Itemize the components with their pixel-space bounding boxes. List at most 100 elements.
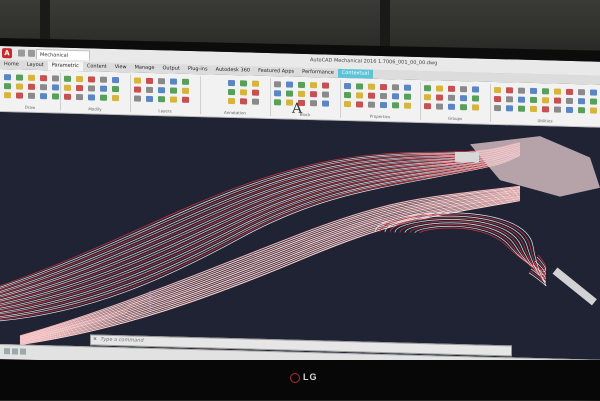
ribbon-tool-icon[interactable] <box>590 98 597 105</box>
ribbon-tool-icon[interactable] <box>182 78 189 85</box>
ribbon-tool-icon[interactable] <box>52 93 59 100</box>
ribbon-tool-icon[interactable] <box>4 83 11 90</box>
ribbon-tool-icon[interactable] <box>228 97 235 105</box>
ribbon-tool-icon[interactable] <box>460 104 467 111</box>
ribbon-tool-icon[interactable] <box>76 75 83 83</box>
ribbon-tool-icon[interactable] <box>578 89 585 96</box>
ribbon-tool-icon[interactable] <box>368 92 375 99</box>
autocad-a-icon[interactable]: A <box>2 48 12 59</box>
ribbon-tool-icon[interactable] <box>392 84 399 91</box>
ribbon-tool-icon[interactable] <box>16 92 23 99</box>
ribbon-tool-icon[interactable] <box>298 90 305 97</box>
ribbon-tool-icon[interactable] <box>146 77 153 85</box>
ribbon-tool-icon[interactable] <box>448 85 455 92</box>
ribbon-tool-icon[interactable] <box>448 94 455 101</box>
ribbon-tool-icon[interactable] <box>52 84 59 91</box>
ribbon-tool-icon[interactable] <box>134 77 141 84</box>
ribbon-tool-icon[interactable] <box>404 102 411 109</box>
ribbon-tool-icon[interactable] <box>436 103 443 110</box>
ribbon-tool-icon[interactable] <box>286 99 293 106</box>
ribbon-tool-icon[interactable] <box>506 87 513 94</box>
ribbon-tool-icon[interactable] <box>424 85 431 92</box>
ribbon-tool-icon[interactable] <box>392 102 399 109</box>
layout2-tab-icon[interactable] <box>20 348 26 355</box>
ribbon-tool-icon[interactable] <box>404 84 411 91</box>
ribbon-tool-icon[interactable] <box>530 105 537 113</box>
ribbon-tool-icon[interactable] <box>554 97 561 104</box>
ribbon-tool-icon[interactable] <box>542 97 549 104</box>
ribbon-tool-icon[interactable] <box>64 84 71 91</box>
ribbon-tool-icon[interactable] <box>590 107 597 114</box>
ribbon-tool-icon[interactable] <box>146 86 153 94</box>
ribbon-tool-icon[interactable] <box>170 87 177 94</box>
ribbon-tool-icon[interactable] <box>170 96 177 103</box>
ribbon-tool-icon[interactable] <box>28 92 35 99</box>
ribbon-tool-icon[interactable] <box>40 75 47 82</box>
layout1-tab-icon[interactable] <box>12 348 18 355</box>
ribbon-tool-icon[interactable] <box>404 93 411 100</box>
ribbon-tool-icon[interactable] <box>134 86 141 93</box>
ribbon-tool-icon[interactable] <box>436 85 443 92</box>
ribbon-tool-icon[interactable] <box>52 75 59 82</box>
ribbon-tool-icon[interactable] <box>590 89 597 96</box>
ribbon-tool-icon[interactable] <box>100 76 107 83</box>
ribbon-tool-icon[interactable] <box>88 94 95 101</box>
ribbon-tool-icon[interactable] <box>322 100 329 107</box>
ribbon-tool-icon[interactable] <box>100 85 107 92</box>
ribbon-tool-icon[interactable] <box>4 92 11 99</box>
ribbon-tool-icon[interactable] <box>494 104 501 112</box>
ribbon-tool-icon[interactable] <box>310 82 317 89</box>
open-file-icon[interactable] <box>28 49 35 57</box>
ribbon-tool-icon[interactable] <box>298 81 305 88</box>
ribbon-tool-icon[interactable] <box>286 90 293 97</box>
ribbon-tool-icon[interactable] <box>252 89 259 96</box>
ribbon-tool-icon[interactable] <box>506 105 513 112</box>
ribbon-tool-icon[interactable] <box>554 88 561 95</box>
ribbon-tool-icon[interactable] <box>28 83 35 90</box>
ribbon-tool-icon[interactable] <box>356 92 363 99</box>
ribbon-tool-icon[interactable] <box>228 88 235 96</box>
ribbon-tool-icon[interactable] <box>494 95 501 103</box>
new-file-icon[interactable] <box>18 49 25 57</box>
ribbon-tool-icon[interactable] <box>530 87 537 95</box>
ribbon-tool-icon[interactable] <box>554 106 561 113</box>
ribbon-tool-icon[interactable] <box>448 103 455 110</box>
ribbon-tool-icon[interactable] <box>134 95 141 102</box>
ribbon-tool-icon[interactable] <box>158 87 165 94</box>
ribbon-tool-icon[interactable] <box>16 74 23 81</box>
ribbon-tool-icon[interactable] <box>380 83 387 91</box>
ribbon-tool-icon[interactable] <box>64 93 71 100</box>
ribbon-tool-icon[interactable] <box>310 100 317 107</box>
ribbon-tool-icon[interactable] <box>472 95 479 102</box>
ribbon-tool-icon[interactable] <box>100 94 107 101</box>
ribbon-tool-icon[interactable] <box>40 93 47 100</box>
ribbon-tool-icon[interactable] <box>344 83 351 90</box>
ribbon-tool-icon[interactable] <box>322 82 329 89</box>
ribbon-tool-icon[interactable] <box>344 101 351 108</box>
close-icon[interactable]: ✕ <box>91 335 99 344</box>
ribbon-tool-icon[interactable] <box>460 95 467 102</box>
ribbon-tool-icon[interactable] <box>112 85 119 93</box>
ribbon-tool-icon[interactable] <box>380 92 387 100</box>
ribbon-tool-icon[interactable] <box>76 93 83 101</box>
ribbon-tool-icon[interactable] <box>76 84 83 92</box>
ribbon-tool-icon[interactable] <box>112 76 119 84</box>
ribbon-tool-icon[interactable] <box>146 95 153 103</box>
ribbon-tool-icon[interactable] <box>16 83 23 90</box>
ribbon-tool-icon[interactable] <box>182 87 189 94</box>
document-tab[interactable]: Mechanical <box>36 48 90 61</box>
ribbon-tool-icon[interactable] <box>472 86 479 93</box>
ribbon-tool-icon[interactable] <box>344 92 351 99</box>
ribbon-tool-icon[interactable] <box>424 94 431 101</box>
ribbon-tool-icon[interactable] <box>252 80 259 87</box>
ribbon-tool-icon[interactable] <box>392 93 399 100</box>
ribbon-tool-icon[interactable] <box>240 80 247 87</box>
ribbon-tool-icon[interactable] <box>240 98 247 105</box>
ribbon-tool-icon[interactable] <box>40 84 47 91</box>
ribbon-tool-icon[interactable] <box>578 107 585 114</box>
model-tab-icon[interactable] <box>4 348 10 355</box>
ribbon-tool-icon[interactable] <box>286 81 293 88</box>
ribbon-tool-icon[interactable] <box>460 86 467 93</box>
ribbon-tool-icon[interactable] <box>518 96 525 103</box>
ribbon-tool-icon[interactable] <box>322 91 329 98</box>
